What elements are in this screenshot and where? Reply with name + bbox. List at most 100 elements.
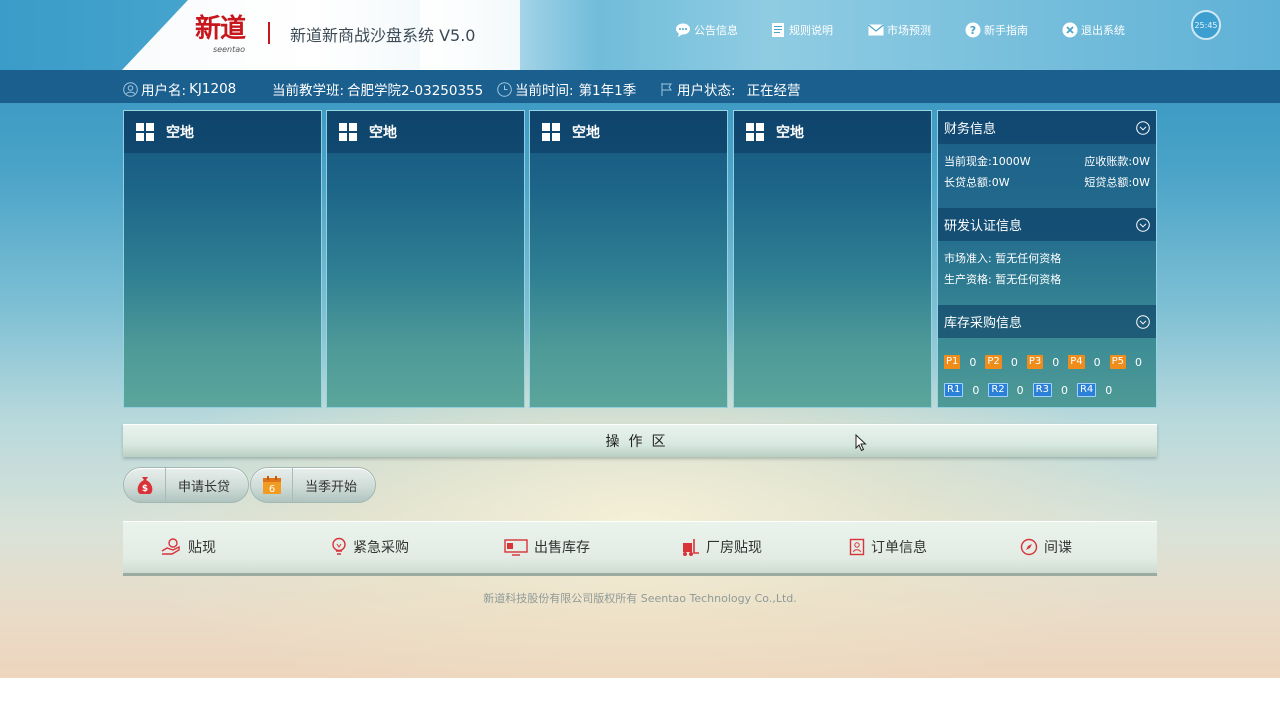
inventory-title: 库存采购信息: [944, 316, 1023, 331]
time-value: 第1年1季: [578, 83, 637, 99]
app-window: 新道 seentao 新道新商战沙盘系统 V5.0 公告信息 规则说明 市场预测…: [0, 0, 1280, 678]
product-badge: P1: [944, 355, 961, 369]
nav-announcements[interactable]: 公告信息: [675, 22, 738, 38]
logo-divider: [268, 22, 270, 44]
material-qty: 0: [1016, 383, 1024, 397]
nav-logout[interactable]: 退出系统: [1062, 22, 1125, 38]
plot-label: 空地: [166, 125, 194, 141]
plot-label: 空地: [369, 125, 397, 141]
emergency-purchase-button[interactable]: 紧急采购: [331, 537, 409, 557]
user-info-bar: 用户名: KJ1208 当前教学班: 合肥学院2-03250355 当前时间: …: [0, 70, 1280, 103]
chevron-down-icon: [1136, 217, 1150, 232]
brand-logo-cn: 新道: [195, 14, 246, 44]
cash-value: 当前现金:1000W: [944, 154, 1031, 168]
nav-rules[interactable]: 规则说明: [770, 22, 833, 38]
clock-badge: 25:45: [1191, 10, 1221, 40]
spy-label: 间谍: [1044, 540, 1072, 556]
nav-rules-label: 规则说明: [789, 24, 833, 37]
class-info: 当前教学班: 合肥学院2-03250355: [272, 79, 483, 99]
hand-coin-icon: [161, 538, 180, 555]
plant-discount-button[interactable]: 厂房贴现: [678, 537, 762, 557]
plot-label: 空地: [776, 125, 804, 141]
plot-label: 空地: [572, 125, 600, 141]
document-icon: [770, 22, 786, 38]
mail-icon: [868, 22, 884, 38]
status-value: 正在经营: [746, 83, 801, 99]
plot-header: 空地: [530, 111, 727, 153]
lightbulb-icon: [332, 537, 346, 555]
grid-icon: [136, 123, 154, 141]
discount-button[interactable]: 贴现: [160, 537, 216, 557]
apply-long-loan-label: 申请长贷: [178, 479, 231, 495]
user-icon: [123, 81, 138, 97]
plot-header: 空地: [124, 111, 321, 153]
finance-title: 财务信息: [944, 122, 997, 137]
grid-icon: [746, 123, 764, 141]
material-badge: R2: [988, 383, 1008, 397]
finance-row: 长贷总额:0W 短贷总额:0W: [944, 171, 1150, 192]
market-access-value: 市场准入: 暂无任何资格: [944, 251, 1062, 265]
status-label: 用户状态:: [677, 83, 736, 99]
chevron-down-icon: [1136, 120, 1150, 135]
username-label: 用户名:: [141, 83, 187, 99]
username-value: KJ1208: [189, 81, 237, 97]
svg-text:$: $: [141, 484, 147, 494]
rd-panel-header[interactable]: 研发认证信息: [938, 208, 1156, 241]
svg-text:?: ?: [970, 24, 976, 37]
brand-logo: 新道 seentao: [195, 14, 259, 58]
money-bag-icon: $: [124, 468, 166, 502]
rd-panel-body: 市场准入: 暂无任何资格 生产资格: 暂无任何资格: [938, 241, 1156, 305]
product-badge: P4: [1068, 355, 1085, 369]
class-value: 合肥学院2-03250355: [347, 83, 484, 99]
status-info: 用户状态: 正在经营: [660, 79, 801, 99]
nav-logout-label: 退出系统: [1081, 24, 1125, 37]
material-badge: R3: [1032, 383, 1052, 397]
grid-icon: [542, 123, 560, 141]
calendar-icon: 6: [251, 468, 293, 502]
brand-logo-en: seentao: [213, 45, 246, 54]
product-stock-row: P1 0 P2 0 P3 0 P4 0 P5 0: [944, 348, 1150, 376]
production-qualification-value: 生产资格: 暂无任何资格: [944, 272, 1062, 286]
season-start-button[interactable]: 6 当季开始: [250, 467, 377, 503]
product-qty: 0: [1052, 355, 1060, 369]
material-badge: R4: [1076, 383, 1097, 397]
finance-panel-body: 当前现金:1000W 应收账款:0W 长贷总额:0W 短贷总额:0W: [938, 144, 1156, 208]
apply-long-loan-button[interactable]: $ 申请长贷: [123, 467, 250, 503]
material-badge: R1: [944, 383, 964, 397]
material-qty: 0: [1060, 383, 1068, 397]
short-loan-value: 短贷总额:0W: [1084, 175, 1150, 189]
product-badge: P3: [1026, 355, 1044, 369]
land-plot-2[interactable]: 空地: [326, 110, 525, 408]
rd-title: 研发认证信息: [944, 219, 1023, 234]
rd-row: 市场准入: 暂无任何资格: [944, 247, 1150, 268]
land-plot-3[interactable]: 空地: [529, 110, 728, 408]
compass-icon: [1020, 538, 1038, 556]
inventory-panel-header[interactable]: 库存采购信息: [938, 305, 1156, 338]
clock-icon: [497, 81, 512, 97]
operation-title: 操作区: [605, 434, 675, 450]
nav-announcements-label: 公告信息: [694, 24, 738, 37]
material-qty: 0: [972, 383, 980, 397]
rd-row: 生产资格: 暂无任何资格: [944, 268, 1150, 289]
nav-beginner-guide[interactable]: ? 新手指南: [965, 22, 1028, 38]
nav-market-forecast[interactable]: 市场预测: [868, 22, 931, 38]
nav-market-forecast-label: 市场预测: [887, 24, 931, 37]
finance-panel-header[interactable]: 财务信息: [938, 111, 1156, 144]
land-plot-4[interactable]: 空地: [733, 110, 932, 408]
nav-beginner-guide-label: 新手指南: [984, 24, 1028, 37]
land-plot-1[interactable]: 空地: [123, 110, 322, 408]
copyright-footer: 新道科技股份有限公司版权所有 Seentao Technology Co.,Lt…: [483, 592, 797, 605]
order-icon: [849, 538, 865, 556]
question-icon: ?: [965, 22, 981, 38]
header: 新道 seentao 新道新商战沙盘系统 V5.0 公告信息 规则说明 市场预测…: [0, 0, 1280, 70]
class-label: 当前教学班:: [272, 83, 345, 99]
calendar-icon-text: 6: [268, 484, 274, 495]
order-info-label: 订单信息: [871, 540, 927, 556]
order-info-button[interactable]: 订单信息: [849, 537, 927, 557]
product-qty: 0: [1010, 355, 1018, 369]
chat-bubble-icon: [675, 22, 691, 38]
product-qty: 0: [1135, 355, 1143, 369]
spy-button[interactable]: 间谍: [1020, 537, 1072, 557]
flag-icon: [661, 82, 672, 96]
sell-inventory-button[interactable]: 出售库存: [504, 537, 590, 557]
